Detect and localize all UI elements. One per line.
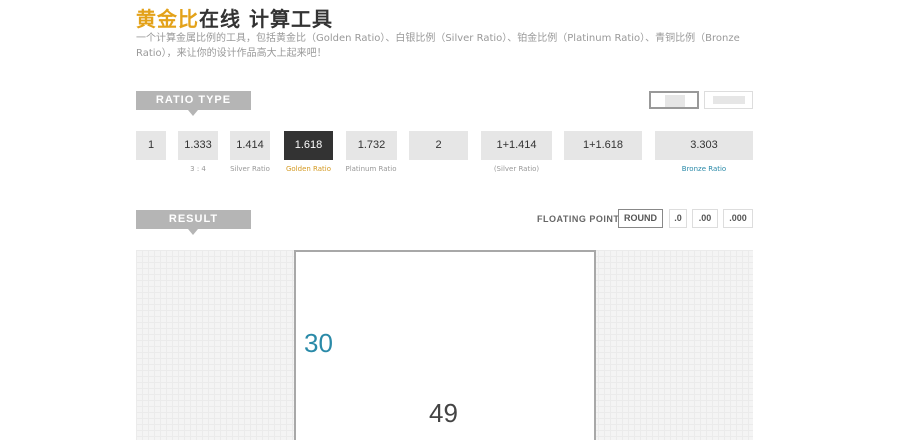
ratio-button-1-732[interactable]: 1.732 — [346, 131, 397, 160]
width-value[interactable]: 49 — [429, 398, 458, 429]
ratio-sub-platinum: Platinum Ratio — [345, 165, 397, 173]
ratio-sub-3-4: 3 : 4 — [190, 165, 206, 173]
view-toggle-bar[interactable] — [704, 91, 753, 109]
ratio-sub-silver-paren: (Silver Ratio) — [493, 165, 540, 173]
result-stage: 30 49 — [136, 250, 753, 440]
ratio-type-tag: RATIO TYPE — [136, 91, 251, 116]
result-tag: RESULT — [136, 210, 251, 235]
floating-round-button[interactable]: ROUND — [618, 209, 663, 228]
page-description: 一个计算金属比例的工具，包括黄金比（Golden Ratio）、白银比例（Sil… — [136, 33, 740, 59]
floating-1-decimal-button[interactable]: .0 — [669, 209, 687, 228]
ratio-sub-silver: Silver Ratio — [230, 165, 270, 173]
ratio-sub-golden: Golden Ratio — [285, 165, 332, 173]
ratio-button-1-plus-1-618[interactable]: 1+1.618 — [564, 131, 642, 160]
ratio-button-1-333[interactable]: 1.333 — [178, 131, 218, 160]
view-toggle-box[interactable] — [649, 91, 699, 109]
box-view-icon — [665, 95, 685, 107]
floating-2-decimal-button[interactable]: .00 — [692, 209, 718, 228]
ratio-button-1-618[interactable]: 1.618 — [284, 131, 333, 160]
title-rest: 在线 计算工具 — [199, 7, 333, 31]
ratio-button-1-plus-1-414[interactable]: 1+1.414 — [481, 131, 552, 160]
floating-point-label: FLOATING POINT — [537, 214, 620, 224]
ratio-rectangle: 30 49 — [294, 250, 596, 440]
title-highlight: 黄金比 — [136, 7, 199, 31]
ratio-button-3-303[interactable]: 3.303 — [655, 131, 753, 160]
page-title: 黄金比在线 计算工具 — [136, 3, 333, 32]
height-value[interactable]: 30 — [304, 328, 333, 359]
ratio-button-1-414[interactable]: 1.414 — [230, 131, 270, 160]
ratio-button-2[interactable]: 2 — [409, 131, 468, 160]
floating-3-decimal-button[interactable]: .000 — [723, 209, 753, 228]
ratio-button-1[interactable]: 1 — [136, 131, 166, 160]
ratio-sub-bronze: Bronze Ratio — [681, 165, 727, 173]
bar-view-icon — [713, 96, 745, 104]
